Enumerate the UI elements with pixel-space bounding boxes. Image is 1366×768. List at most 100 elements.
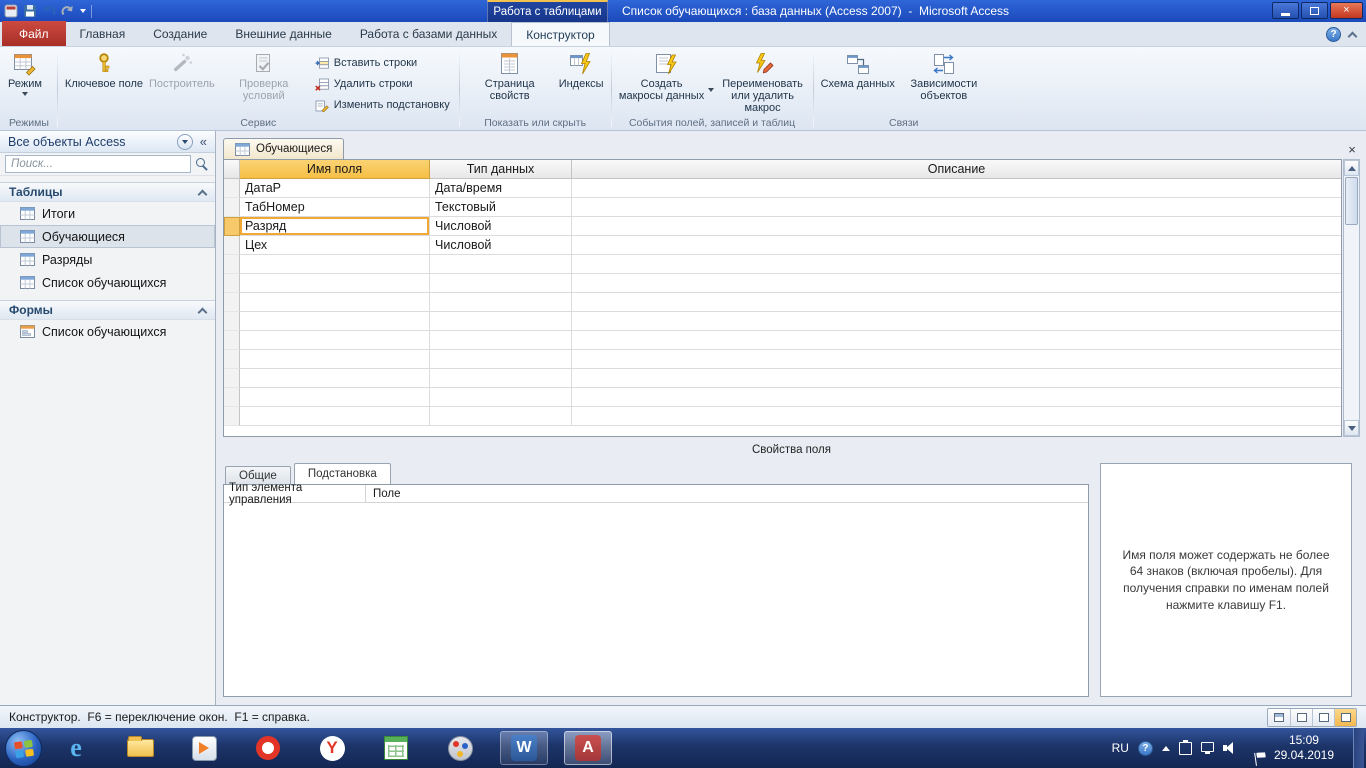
field-name-cell[interactable]: ДатаР [240, 179, 430, 198]
description-cell[interactable] [572, 217, 1341, 236]
sidebar-item-obuchayushchiesya[interactable]: Обучающиеся [0, 225, 215, 248]
relationships-button[interactable]: Схема данных [818, 49, 898, 90]
taskbar-clock[interactable]: 15:09 29.04.2019 [1268, 733, 1340, 763]
delete-rows-button[interactable]: Удалить строки [310, 74, 455, 94]
sidebar-item-spisok-form[interactable]: Список обучающихся [0, 320, 215, 343]
show-hidden-icons[interactable] [1161, 745, 1170, 751]
minimize-button[interactable] [1272, 2, 1299, 19]
sidebar-item-spisok-table[interactable]: Список обучающихся [0, 271, 215, 294]
empty-field-row[interactable] [224, 312, 1341, 331]
test-validation-button[interactable]: Проверка условий [218, 49, 310, 102]
create-data-macros-button[interactable]: Создать макросы данных [616, 49, 717, 102]
insert-rows-button[interactable]: Вставить строки [310, 53, 455, 73]
scroll-down-button[interactable] [1344, 420, 1359, 436]
empty-field-row[interactable] [224, 255, 1341, 274]
taskbar-icon-ie[interactable]: e [52, 731, 100, 765]
taskbar-icon-word[interactable]: W [500, 731, 548, 765]
close-document-icon[interactable]: × [1344, 141, 1360, 157]
collapse-ribbon-icon[interactable] [1347, 31, 1358, 42]
empty-field-row[interactable] [224, 274, 1341, 293]
taskbar-icon-explorer[interactable] [116, 731, 164, 765]
field-name-cell[interactable]: Разряд [240, 217, 430, 236]
row-selector[interactable] [224, 236, 240, 255]
taskbar-icon-graphics[interactable] [436, 731, 484, 765]
description-cell[interactable] [572, 236, 1341, 255]
section-header-forms[interactable]: Формы [0, 300, 215, 320]
description-cell[interactable] [572, 198, 1341, 217]
document-tab-obuchayushchiesya[interactable]: Обучающиеся [223, 138, 345, 159]
column-header-field-name[interactable]: Имя поля [240, 160, 430, 179]
sidebar-item-razryady[interactable]: Разряды [0, 248, 215, 271]
empty-field-row[interactable] [224, 388, 1341, 407]
empty-field-row[interactable] [224, 369, 1341, 388]
taskbar-icon-spreadsheet[interactable] [372, 731, 420, 765]
modify-lookups-button[interactable]: Изменить подстановку [310, 95, 455, 115]
scrollbar-thumb[interactable] [1345, 177, 1358, 225]
scroll-up-button[interactable] [1344, 160, 1359, 176]
app-icon[interactable] [4, 4, 18, 18]
search-input[interactable] [5, 155, 191, 173]
builder-button[interactable]: Построитель [146, 49, 218, 90]
taskbar-icon-media-player[interactable] [180, 731, 228, 765]
empty-field-row[interactable] [224, 350, 1341, 369]
column-header-data-type[interactable]: Тип данных [430, 160, 572, 179]
empty-field-row[interactable] [224, 331, 1341, 350]
language-indicator[interactable]: RU [1112, 741, 1129, 755]
search-icon[interactable] [195, 157, 210, 172]
collapse-pane-icon[interactable]: « [197, 134, 210, 149]
field-row[interactable]: ДатаР Дата/время [224, 179, 1341, 198]
description-cell[interactable] [572, 179, 1341, 198]
chart-view-button[interactable] [1312, 708, 1334, 726]
property-row[interactable]: Тип элемента управления Поле [224, 482, 1088, 506]
tab-database-tools[interactable]: Работа с базами данных [346, 22, 511, 46]
empty-field-row[interactable] [224, 407, 1341, 426]
clipboard-tray-icon[interactable] [1178, 739, 1192, 755]
data-type-cell[interactable]: Числовой [430, 236, 572, 255]
row-selector[interactable] [224, 179, 240, 198]
pivot-view-button[interactable] [1290, 708, 1312, 726]
indexes-button[interactable]: Индексы [556, 49, 607, 90]
field-name-cell[interactable]: ТабНомер [240, 198, 430, 217]
property-value[interactable]: Поле [366, 485, 408, 502]
taskbar-icon-opera[interactable] [244, 731, 292, 765]
save-icon[interactable] [23, 4, 37, 18]
datasheet-view-button[interactable] [1268, 708, 1290, 726]
field-row[interactable]: ТабНомер Текстовый [224, 198, 1341, 217]
network-flag-icon[interactable] [1254, 750, 1269, 766]
empty-field-row[interactable] [224, 293, 1341, 312]
taskbar-icon-access[interactable]: A [564, 731, 612, 765]
tab-external-data[interactable]: Внешние данные [221, 22, 346, 46]
qat-customize-icon[interactable] [80, 9, 86, 13]
section-header-tables[interactable]: Таблицы [0, 182, 215, 202]
tab-file[interactable]: Файл [2, 21, 66, 46]
vertical-scrollbar[interactable] [1343, 159, 1360, 437]
tab-home[interactable]: Главная [66, 22, 140, 46]
undo-icon[interactable] [42, 4, 56, 18]
maximize-button[interactable] [1301, 2, 1328, 19]
field-row-current[interactable]: Разряд Числовой [224, 217, 1341, 236]
property-sheet-button[interactable]: Страница свойств [464, 49, 556, 102]
rename-delete-macro-button[interactable]: Переименовать или удалить макрос [717, 49, 809, 114]
tab-design[interactable]: Конструктор [511, 22, 610, 46]
row-selector[interactable] [224, 217, 240, 236]
redo-icon[interactable] [61, 4, 75, 18]
primary-key-button[interactable]: Ключевое поле [62, 49, 146, 90]
design-view-button[interactable] [1334, 708, 1356, 726]
sidebar-item-itogi[interactable]: Итоги [0, 202, 215, 225]
data-type-cell[interactable]: Дата/время [430, 179, 572, 198]
data-type-cell[interactable]: Числовой [430, 217, 572, 236]
close-button[interactable]: × [1330, 2, 1363, 19]
taskbar-icon-yandex[interactable]: Y [308, 731, 356, 765]
field-row[interactable]: Цех Числовой [224, 236, 1341, 255]
view-button[interactable]: Режим [5, 49, 45, 96]
field-name-cell[interactable]: Цех [240, 236, 430, 255]
row-selector[interactable] [224, 198, 240, 217]
volume-icon[interactable] [1222, 741, 1237, 755]
navigation-pane-header[interactable]: Все объекты Access « [0, 131, 215, 153]
show-desktop-button[interactable] [1353, 728, 1364, 768]
help-icon[interactable]: ? [1326, 27, 1341, 42]
column-header-description[interactable]: Описание [572, 160, 1341, 179]
object-dependencies-button[interactable]: Зависимости объектов [898, 49, 990, 102]
action-center-icon[interactable]: ? [1137, 740, 1153, 756]
display-tray-icon[interactable] [1200, 742, 1214, 754]
